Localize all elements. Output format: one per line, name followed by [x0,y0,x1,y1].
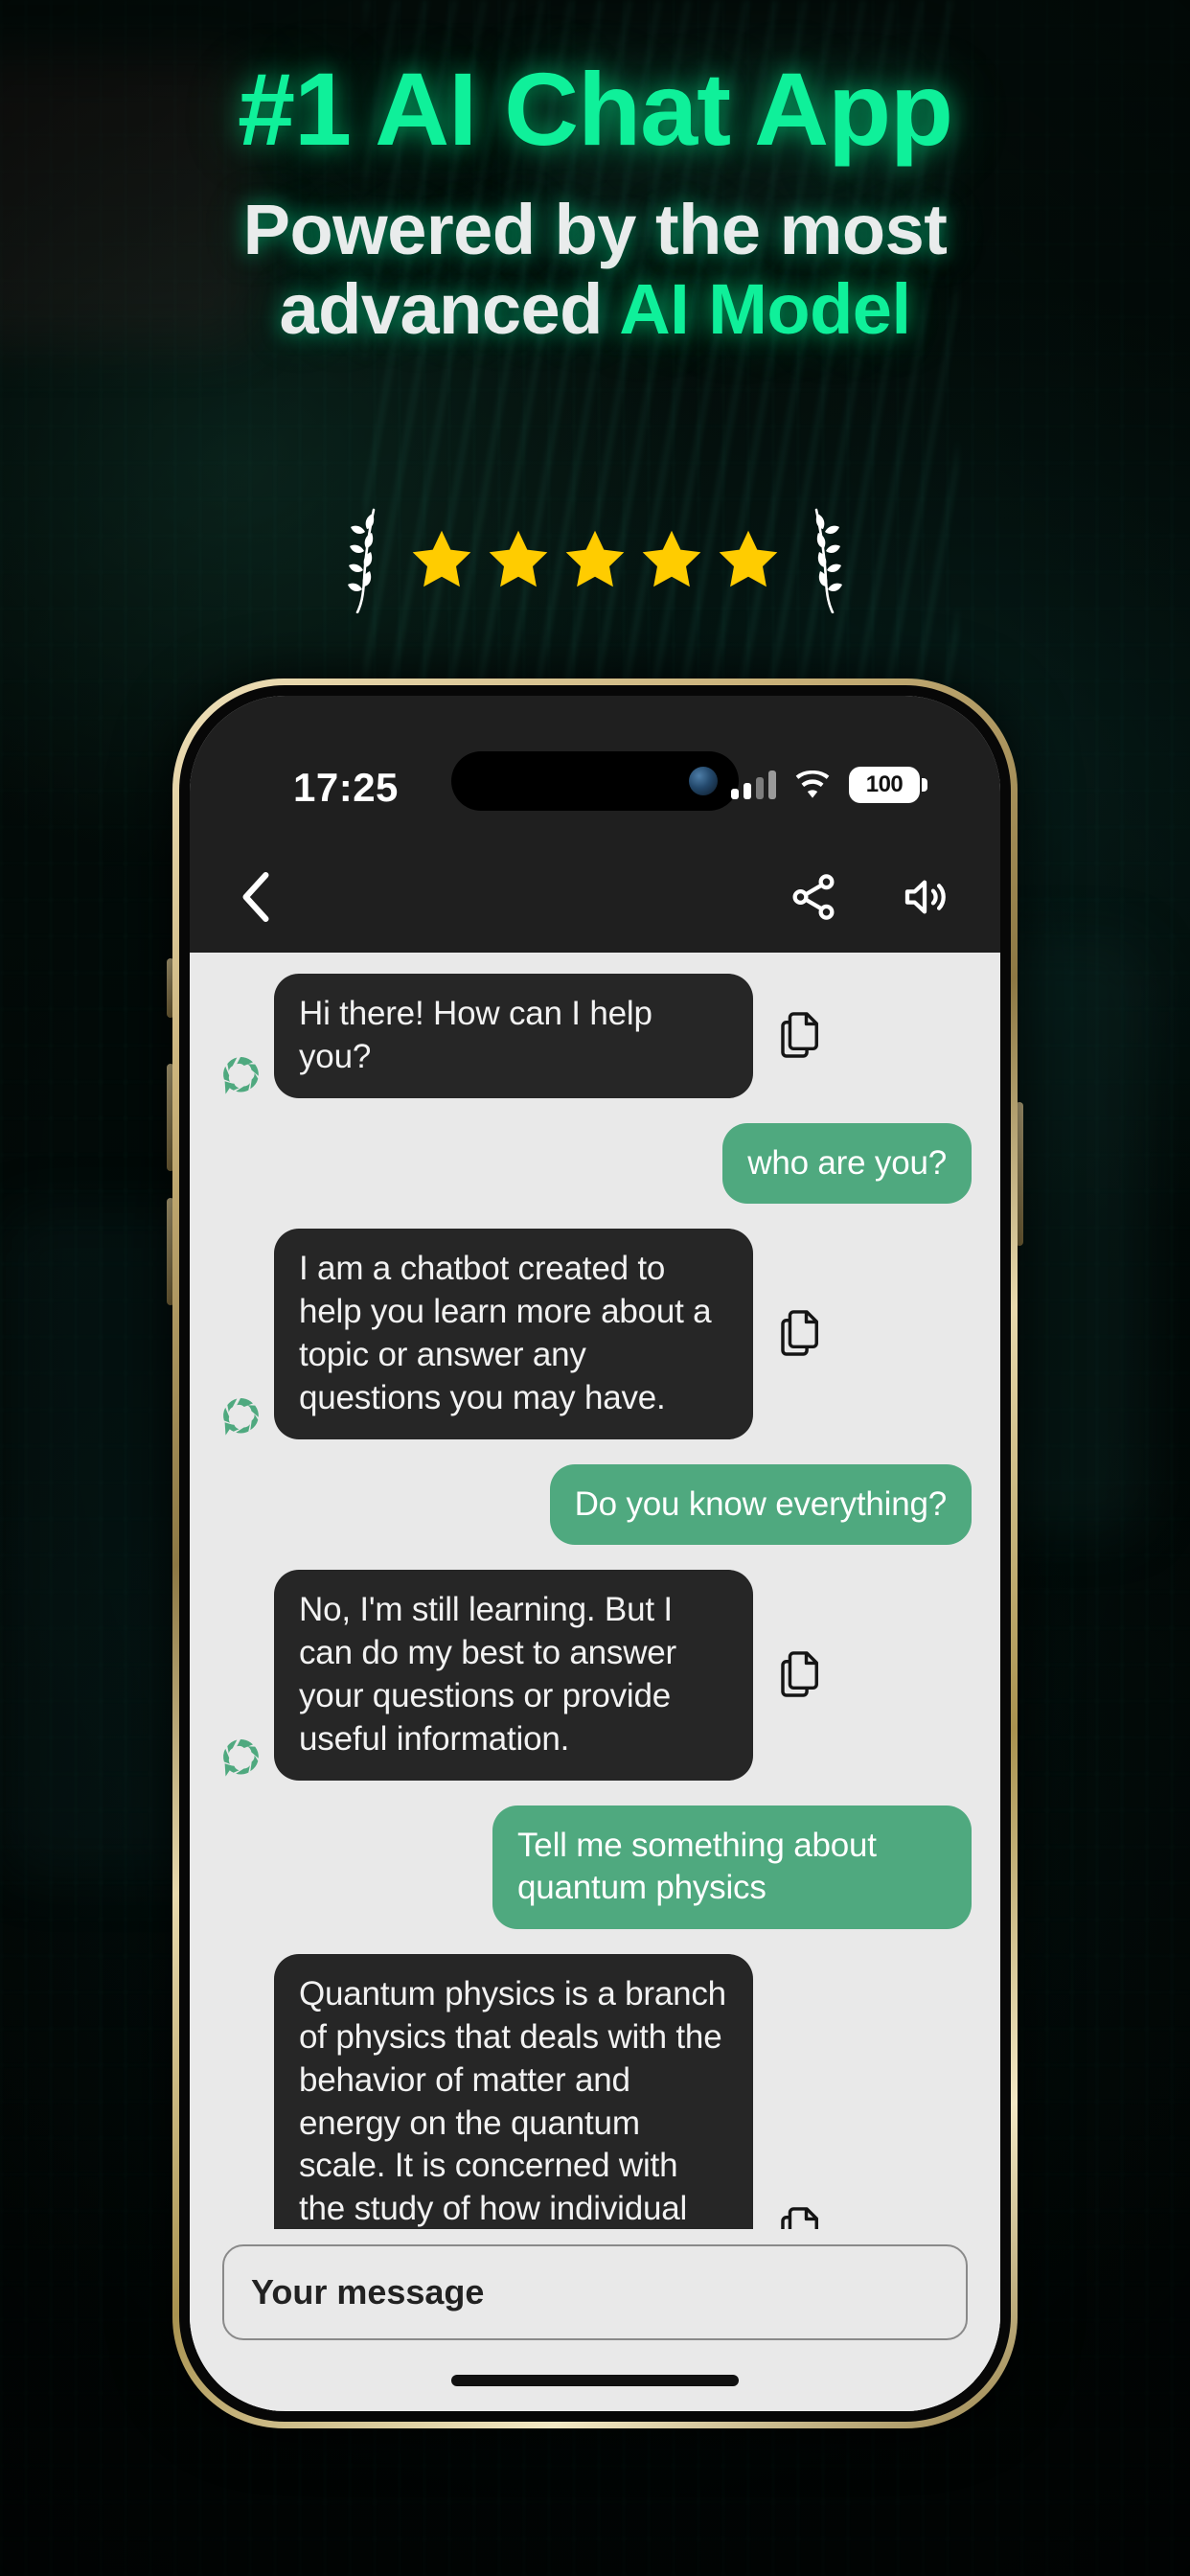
promo-subtitle-line-2: advanced AI Model [0,268,1190,350]
status-bar-time: 17:25 [293,765,399,810]
chat-message-row: I am a chatbot created to help you learn… [190,1229,1000,1439]
promo-subtitle-accent: AI Model [619,268,911,349]
promo-title: #1 AI Chat App [237,51,953,167]
star-rating [390,526,800,595]
copy-icon[interactable] [778,1649,822,1697]
chat-message-list[interactable]: Hi there! How can I help you? who are yo… [190,953,1000,2411]
copy-icon[interactable] [778,1308,822,1356]
chevron-left-icon[interactable] [240,871,272,923]
app-navigation-bar [190,841,1000,953]
wifi-icon [795,770,830,798]
battery-level-label: 100 [865,771,904,797]
bot-aperture-avatar-icon [223,1738,259,1777]
user-message-bubble[interactable]: who are you? [722,1122,972,1205]
chat-message-row: who are you? [190,1122,1000,1205]
home-indicator[interactable] [451,2375,739,2386]
chat-message-row: Hi there! How can I help you? [190,974,1000,1098]
battery-icon: 100 [849,767,920,803]
front-camera-icon [689,767,718,795]
message-composer: Your message [190,2229,1000,2411]
messages-container: Hi there! How can I help you? who are yo… [190,974,1000,2411]
status-bar-indicators: 100 [731,767,920,803]
cellular-bars-icon [731,770,776,799]
copy-icon[interactable] [778,1010,822,1058]
chat-message-row: No, I'm still learning. But I can do my … [190,1570,1000,1781]
promo-screenshot: #1 AI Chat App Powered by the most advan… [0,0,1190,2576]
laurel-left-icon [348,508,376,613]
phone-frame: 17:25 100 Hi there! How can I help you? … [172,678,1018,2428]
message-input-placeholder: Your message [251,2272,485,2312]
phone-screen: 17:25 100 Hi there! How can I help you? … [190,696,1000,2411]
star-icon-4 [642,530,701,587]
app-nav-actions [788,871,950,923]
bot-message-bubble[interactable]: No, I'm still learning. But I can do my … [274,1570,753,1781]
laurel-right-icon [814,508,842,613]
star-icon-5 [719,530,778,587]
promo-headline-block: #1 AI Chat App Powered by the most advan… [0,0,1190,349]
bot-message-bubble[interactable]: Hi there! How can I help you? [274,974,753,1098]
bot-aperture-avatar-icon [223,1056,259,1094]
user-message-bubble[interactable]: Do you know everything? [549,1463,972,1546]
share-icon[interactable] [788,871,839,923]
dynamic-island [451,751,739,811]
message-input[interactable]: Your message [222,2244,968,2340]
user-message-bubble[interactable]: Tell me something about quantum physics [492,1805,972,1930]
promo-subtitle-line-1: Powered by the most [242,189,948,269]
star-icon-3 [565,530,625,587]
bot-message-bubble[interactable]: I am a chatbot created to help you learn… [274,1229,753,1439]
promo-subtitle-plain: advanced [279,268,620,349]
chat-message-row: Tell me something about quantum physics [190,1805,1000,1930]
phone-bezel: 17:25 100 Hi there! How can I help you? … [179,685,1011,2422]
promo-subtitle: Powered by the most advanced AI Model [0,189,1190,350]
star-icon-2 [489,530,548,587]
speaker-volume-icon[interactable] [899,871,950,923]
star-icon-1 [412,530,471,587]
rating-row [0,508,1190,613]
chat-message-row: Do you know everything? [190,1463,1000,1546]
bot-aperture-avatar-icon [223,1397,259,1436]
status-bar: 17:25 100 [190,696,1000,841]
